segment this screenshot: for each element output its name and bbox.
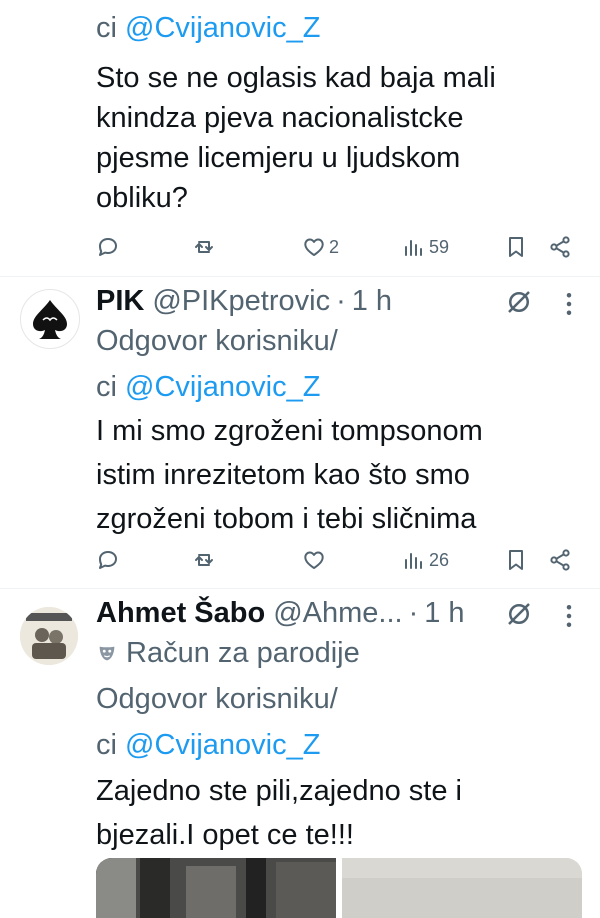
views-button[interactable]: 26 — [402, 545, 449, 575]
tweet-2[interactable]: PIK @PIKpetrovic · 1 h Odgovor korisniku… — [0, 277, 600, 587]
reply-to-line: ci @Cvijanovic_Z — [96, 725, 580, 765]
more-icon[interactable] — [554, 601, 584, 631]
tweet-text-line: pjesme licemjeru u ljudskom — [96, 142, 461, 174]
tweet-text-line: obliku? — [96, 182, 188, 214]
tweet-text-line: istim inrezitetom kao što smo — [96, 459, 470, 491]
parody-label: Račun za parodije — [96, 633, 580, 673]
views-button[interactable]: 59 — [402, 232, 449, 262]
views-icon — [405, 553, 422, 569]
timestamp[interactable]: 1 h — [352, 281, 392, 321]
photo-avatar-image — [20, 607, 78, 665]
timestamp[interactable]: 1 h — [424, 593, 464, 633]
reply-icon — [99, 238, 117, 256]
user-handle[interactable]: @PIKpetrovic — [152, 281, 330, 321]
heart-icon — [304, 551, 324, 569]
reply-to-label: Odgovor korisniku/ — [96, 325, 338, 357]
media-image[interactable] — [342, 858, 582, 918]
reply-to-line: ci @Cvijanovic_Z — [96, 8, 580, 48]
tweet-text-line: knindza pjeva nacionalistcke — [96, 102, 464, 134]
view-count: 26 — [429, 549, 450, 570]
avatar[interactable] — [20, 289, 80, 349]
user-handle[interactable]: @Ahme... — [273, 593, 402, 633]
reply-prefix: ci — [96, 729, 125, 761]
parody-label-text: Račun za parodije — [126, 637, 360, 669]
action-bar: 26 — [96, 545, 580, 575]
media-image[interactable] — [96, 858, 336, 918]
heart-icon — [304, 238, 324, 256]
tweet-text-line: Sto se ne oglasis kad baja mali — [96, 62, 496, 94]
retweet-button[interactable] — [192, 545, 216, 575]
action-bar: 2 59 — [96, 232, 580, 262]
header-separator: · — [408, 597, 419, 629]
view-count: 59 — [429, 236, 450, 257]
views-icon — [405, 240, 422, 256]
mention-link[interactable]: @Cvijanovic_Z — [125, 371, 320, 403]
like-count: 2 — [329, 236, 340, 257]
header-separator: · — [336, 285, 346, 317]
reply-prefix: ci — [96, 12, 125, 44]
bookmark-button[interactable] — [504, 545, 528, 575]
tweet-text: Sto se ne oglasis kad baja mali knindza … — [96, 58, 580, 218]
mention-link[interactable]: @Cvijanovic_Z — [125, 12, 320, 44]
media-photo-light — [342, 858, 582, 918]
grok-icon[interactable] — [504, 599, 534, 629]
tweet-text-line: zgroženi tobom i tebi sličnima — [96, 503, 477, 535]
tweet-3[interactable]: Ahmet Šabo @Ahme... · 1 h Račun za parod… — [0, 589, 600, 900]
tweet-text-line: I mi smo zgroženi tompsonom — [96, 415, 483, 447]
media-photo-dark — [96, 858, 336, 918]
media-grid[interactable] — [96, 858, 582, 918]
retweet-button[interactable] — [192, 232, 216, 262]
avatar[interactable] — [20, 607, 78, 665]
grok-icon[interactable] — [504, 287, 534, 317]
display-name[interactable]: Ahmet Šabo — [96, 593, 265, 633]
bookmark-button[interactable] — [504, 232, 528, 262]
tweet-text: I mi smo zgroženi tompsonom istim inrezi… — [96, 411, 580, 539]
tweet-text: Zajedno ste pili,zajedno ste i bjezali.I… — [96, 771, 580, 855]
like-button[interactable]: 2 — [302, 232, 339, 262]
share-button[interactable] — [548, 545, 572, 575]
spade-avatar-image — [33, 300, 67, 339]
tweet-1[interactable]: ci @Cvijanovic_Z Sto se ne oglasis kad b… — [0, 0, 600, 276]
reply-prefix: ci — [96, 371, 125, 403]
display-name[interactable]: PIK — [96, 281, 144, 321]
parody-mask-icon — [99, 646, 115, 661]
retweet-icon — [195, 554, 213, 566]
mention-link[interactable]: @Cvijanovic_Z — [125, 729, 320, 761]
reply-button[interactable] — [96, 232, 120, 262]
bookmark-icon — [509, 550, 523, 570]
tweet-text-line: Zajedno ste pili,zajedno ste i — [96, 775, 462, 807]
share-button[interactable] — [548, 232, 572, 262]
retweet-icon — [195, 241, 213, 253]
reply-button[interactable] — [96, 545, 120, 575]
tweet-text-line: bjezali.I opet ce te!!! — [96, 819, 354, 851]
reply-to-label: Odgovor korisniku/ — [96, 683, 338, 715]
reply-icon — [99, 551, 117, 569]
more-icon[interactable] — [554, 289, 584, 319]
bookmark-icon — [509, 237, 523, 257]
share-icon — [550, 236, 570, 258]
reply-to-line: ci @Cvijanovic_Z — [96, 367, 580, 407]
share-icon — [550, 549, 570, 571]
like-button[interactable] — [302, 545, 326, 575]
